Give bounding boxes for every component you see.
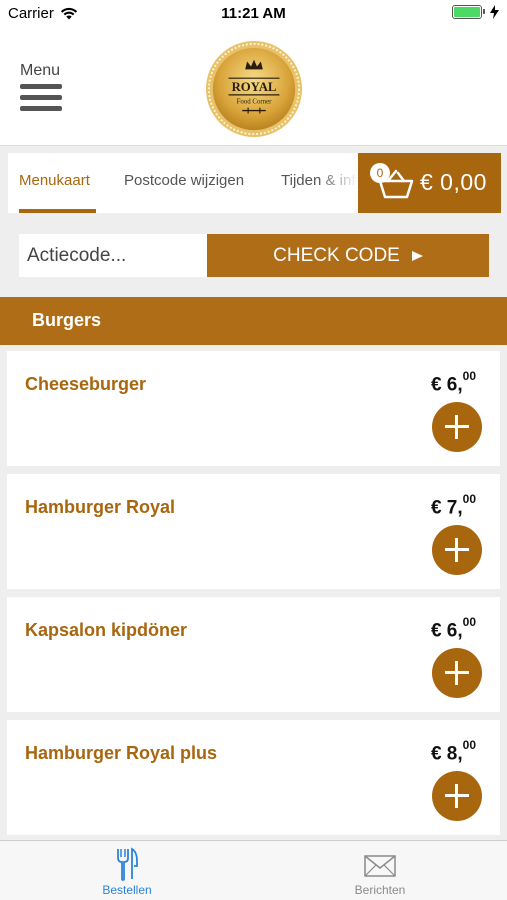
product-name: Hamburger Royal — [25, 497, 176, 517]
menu-button[interactable]: Menu — [20, 62, 68, 122]
cart-total: € 0,00 — [420, 169, 487, 195]
product-price: € 8,00 — [430, 738, 476, 765]
tab-berichten-label: Berichten — [354, 883, 406, 897]
product-card[interactable]: Kapsalon kipdöner € 6,00 — [7, 597, 500, 712]
check-code-button[interactable]: CHECK CODE — [207, 234, 489, 277]
logo-title: ROYAL — [232, 80, 277, 94]
cart-count-badge: 0 — [370, 163, 390, 183]
status-time: 11:21 AM — [221, 5, 286, 22]
arrow-right-icon — [411, 250, 423, 261]
add-to-cart-button[interactable] — [432, 771, 482, 821]
product-name: Kapsalon kipdöner — [25, 620, 188, 640]
tab-bestellen[interactable]: Bestellen — [67, 847, 187, 897]
royal-food-corner-logo: ROYAL Food Corner — [205, 40, 303, 138]
status-bar: Carrier 11:21 AM — [0, 0, 507, 28]
fork-knife-icon — [117, 847, 138, 881]
product-card[interactable]: Cheeseburger € 6,00 — [7, 351, 500, 466]
add-to-cart-button[interactable] — [432, 648, 482, 698]
product-name: Cheeseburger — [25, 374, 147, 394]
category-header[interactable]: Burgers — [0, 297, 507, 345]
product-card[interactable]: Hamburger Royal plus € 8,00 — [7, 720, 500, 835]
active-tab-indicator — [19, 209, 96, 213]
add-to-cart-button[interactable] — [432, 525, 482, 575]
envelope-icon — [364, 855, 396, 877]
cart-button[interactable]: 0 € 0,00 — [358, 153, 501, 213]
product-price: € 6,00 — [430, 615, 476, 642]
bottom-tab-bar: Bestellen Berichten — [0, 840, 507, 900]
bolt-icon — [490, 5, 499, 19]
product-price: € 7,00 — [430, 492, 476, 519]
check-code-label: CHECK CODE — [273, 244, 400, 266]
tab-menukaart[interactable]: Menukaart — [19, 172, 90, 189]
menu-tabs: Menukaart Postcode wijzigen Tijden & inf… — [8, 153, 358, 213]
status-right — [452, 5, 499, 19]
add-to-cart-button[interactable] — [432, 402, 482, 452]
app-header: Menu ROYAL Food Corner — [0, 28, 507, 146]
hamburger-icon — [20, 84, 68, 111]
tab-berichten[interactable]: Berichten — [320, 847, 440, 897]
battery-icon — [452, 5, 485, 19]
category-title: Burgers — [32, 310, 102, 330]
product-card[interactable]: Hamburger Royal € 7,00 — [7, 474, 500, 589]
tabs-fade — [318, 153, 358, 213]
menu-label: Menu — [20, 62, 61, 79]
product-name: Hamburger Royal plus — [25, 743, 218, 763]
tab-bestellen-label: Bestellen — [102, 883, 152, 897]
logo-subtitle: Food Corner — [237, 99, 273, 106]
product-price: € 6,00 — [430, 369, 476, 396]
tab-postcode-wijzigen[interactable]: Postcode wijzigen — [124, 172, 244, 189]
action-code-input[interactable] — [19, 234, 207, 277]
